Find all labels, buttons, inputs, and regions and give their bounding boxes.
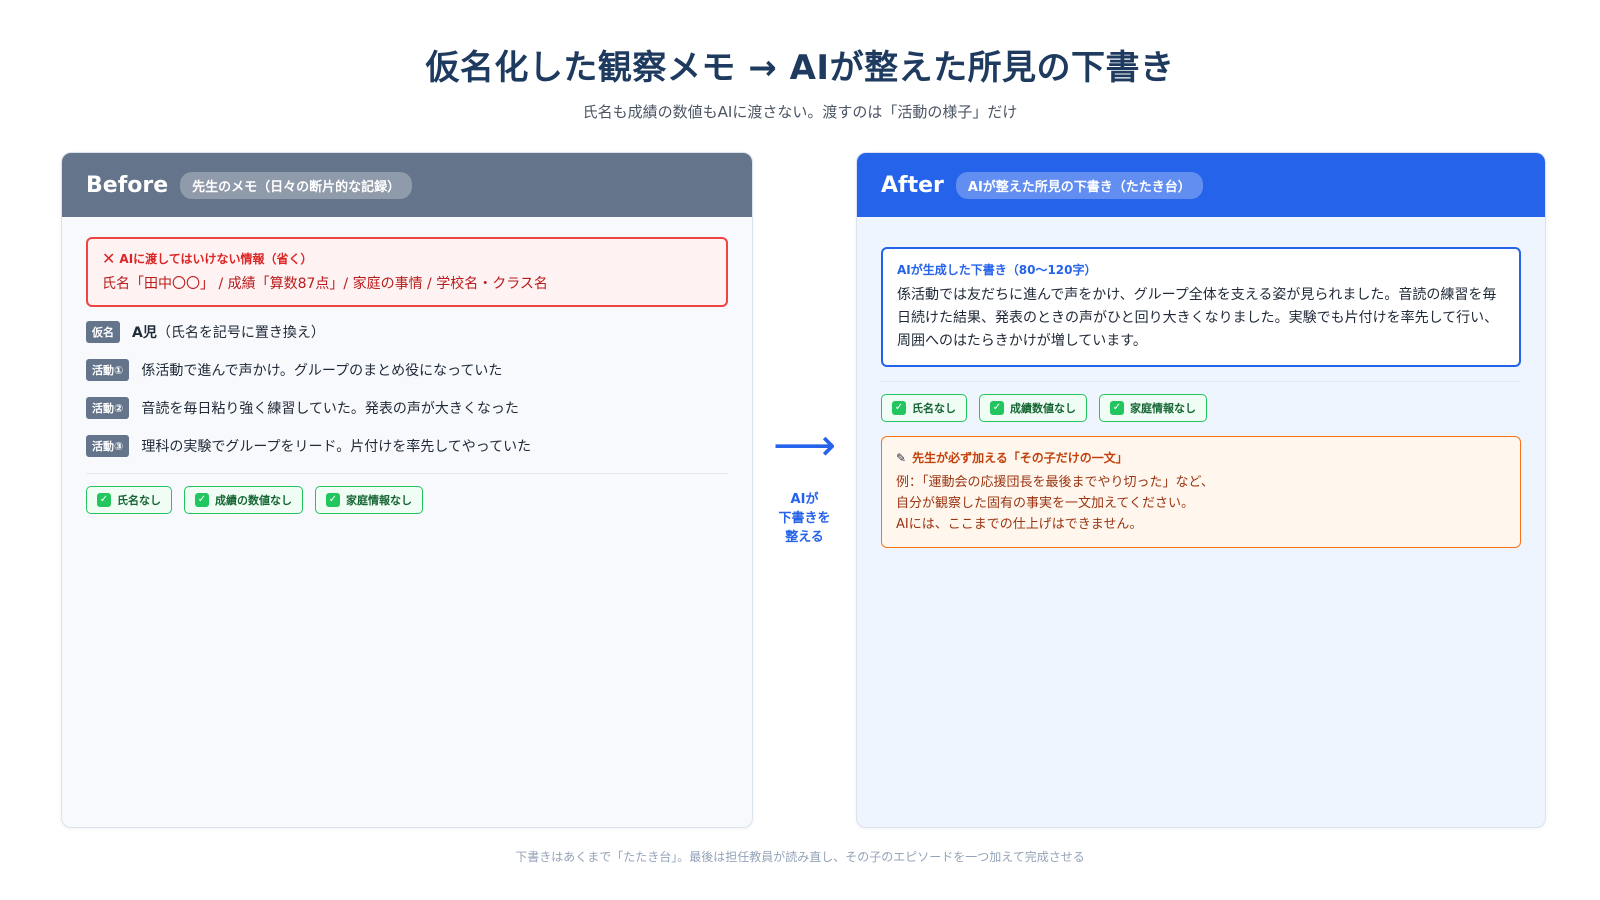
arrow-label: AIが 下書きを 整える bbox=[778, 492, 831, 545]
transform-arrow: ⟶ AIが 下書きを 整える bbox=[753, 420, 856, 547]
memo-text: 係活動で進んで声かけ。グループのまとめ役になっていた bbox=[141, 363, 503, 379]
memo-tag: 仮名 bbox=[86, 321, 120, 343]
check-icon: ✓ bbox=[326, 493, 340, 507]
memo-row: 活動① 係活動で進んで声かけ。グループのまとめ役になっていた bbox=[86, 357, 728, 383]
check-icon: ✓ bbox=[892, 401, 906, 415]
teacher-note-line: 自分が観察した固有の事実を一文加えてください。 bbox=[896, 496, 1194, 511]
check-chip: ✓ 氏名なし bbox=[86, 486, 172, 514]
after-panel: After AIが整えた所見の下書き（たたき台） AIが生成した下書き（80〜1… bbox=[856, 152, 1546, 828]
chip-label: 家庭情報なし bbox=[346, 494, 412, 507]
check-chip: ✓ 家庭情報なし bbox=[1099, 394, 1207, 422]
after-panel-body: AIが生成した下書き（80〜120字） 係活動では友だちに進んで声をかけ、グルー… bbox=[857, 217, 1545, 568]
before-panel-body: ✕ AIに渡してはいけない情報（省く） 氏名「田中〇〇」 / 成績「算数87点」… bbox=[62, 217, 752, 534]
divider bbox=[881, 381, 1521, 382]
teacher-note-title-text: 先生が必ず加える「その子だけの一文」 bbox=[912, 451, 1128, 465]
draft-text: 係活動では友だちに進んで声をかけ、グループ全体を支える姿が見られました。音読の練… bbox=[897, 287, 1499, 349]
before-heading: Before bbox=[86, 172, 169, 198]
memo-tag: 活動② bbox=[86, 397, 130, 419]
check-chip: ✓ 家庭情報なし bbox=[315, 486, 423, 514]
pseudonym-note: （氏名を記号に置き換え） bbox=[156, 325, 325, 341]
page-title: 仮名化した観察メモ → AIが整えた所見の下書き bbox=[425, 48, 1175, 88]
after-check-chips: ✓ 氏名なし ✓ 成績数値なし ✓ 家庭情報なし bbox=[881, 394, 1521, 422]
check-icon: ✓ bbox=[990, 401, 1004, 415]
after-heading: After bbox=[881, 172, 944, 198]
check-chip: ✓ 氏名なし bbox=[881, 394, 967, 422]
warning-text: 氏名「田中〇〇」 / 成績「算数87点」/ 家庭の事情 / 学校名・クラス名 bbox=[102, 276, 548, 292]
memo-row: 仮名 A児（氏名を記号に置き換え） bbox=[86, 319, 728, 345]
ai-draft-box: AIが生成した下書き（80〜120字） 係活動では友だちに進んで声をかけ、グルー… bbox=[881, 247, 1521, 367]
before-check-chips: ✓ 氏名なし ✓ 成績の数値なし ✓ 家庭情報なし bbox=[86, 486, 728, 514]
teacher-note-box: ✎ 先生が必ず加える「その子だけの一文」 例：「運動会の応援団長を最後までやり切… bbox=[881, 436, 1521, 548]
right-arrow-icon: ⟶ bbox=[772, 420, 837, 471]
memo-text: 理科の実験でグループをリード。片付けを率先してやっていた bbox=[141, 439, 532, 455]
memo-row: 活動③ 理科の実験でグループをリード。片付けを率先してやっていた bbox=[86, 433, 728, 459]
pen-icon: ✎ bbox=[896, 450, 907, 465]
divider bbox=[86, 473, 728, 474]
check-icon: ✓ bbox=[97, 493, 111, 507]
chip-label: 家庭情報なし bbox=[1130, 402, 1196, 415]
draft-title: AIが生成した下書き（80〜120字） bbox=[897, 263, 1097, 277]
chip-label: 氏名なし bbox=[117, 494, 161, 507]
footer-note: 下書きはあくまで「たたき台」。最後は担任教員が読み直し、その子のエピソードを一つ… bbox=[515, 850, 1085, 864]
teacher-note-line: AIには、ここまでの仕上げはできません。 bbox=[896, 517, 1143, 532]
check-icon: ✓ bbox=[1110, 401, 1124, 415]
page-subtitle: 氏名も成績の数値もAIに渡さない。渡すのは「活動の様子」だけ bbox=[582, 103, 1018, 121]
chip-label: 成績の数値なし bbox=[215, 494, 292, 507]
memo-row: 活動② 音読を毎日粘り強く練習していた。発表の声が大きくなった bbox=[86, 395, 728, 421]
before-panel-header: Before 先生のメモ（日々の断片的な記録） bbox=[62, 153, 752, 217]
warning-title-text: AIに渡してはいけない情報（省く） bbox=[119, 252, 313, 266]
check-chip: ✓ 成績数値なし bbox=[979, 394, 1087, 422]
cross-icon: ✕ bbox=[102, 248, 116, 268]
memo-text: 音読を毎日粘り強く練習していた。発表の声が大きくなった bbox=[141, 401, 519, 417]
after-pill: AIが整えた所見の下書き（たたき台） bbox=[955, 171, 1203, 199]
before-panel: Before 先生のメモ（日々の断片的な記録） ✕ AIに渡してはいけない情報（… bbox=[61, 152, 753, 828]
warning-box: ✕ AIに渡してはいけない情報（省く） 氏名「田中〇〇」 / 成績「算数87点」… bbox=[86, 237, 728, 307]
warning-title: ✕ AIに渡してはいけない情報（省く） bbox=[102, 250, 712, 267]
teacher-note-title: ✎ 先生が必ず加える「その子だけの一文」 bbox=[896, 449, 1506, 466]
before-pill: 先生のメモ（日々の断片的な記録） bbox=[180, 171, 413, 199]
chip-label: 成績数値なし bbox=[1010, 402, 1076, 415]
pseudonym: A児 bbox=[132, 325, 157, 341]
memo-tag: 活動③ bbox=[86, 435, 130, 457]
check-chip: ✓ 成績の数値なし bbox=[184, 486, 303, 514]
memo-tag: 活動① bbox=[86, 359, 130, 381]
check-icon: ✓ bbox=[195, 493, 209, 507]
teacher-note-text: 例：「運動会の応援団長を最後までやり切った」など、 自分が観察した固有の事実を一… bbox=[896, 472, 1506, 535]
memo-text: A児（氏名を記号に置き換え） bbox=[132, 322, 325, 342]
chip-label: 氏名なし bbox=[912, 402, 956, 415]
teacher-note-line: 例：「運動会の応援団長を最後までやり切った」など、 bbox=[896, 475, 1214, 490]
after-panel-header: After AIが整えた所見の下書き（たたき台） bbox=[857, 153, 1545, 217]
